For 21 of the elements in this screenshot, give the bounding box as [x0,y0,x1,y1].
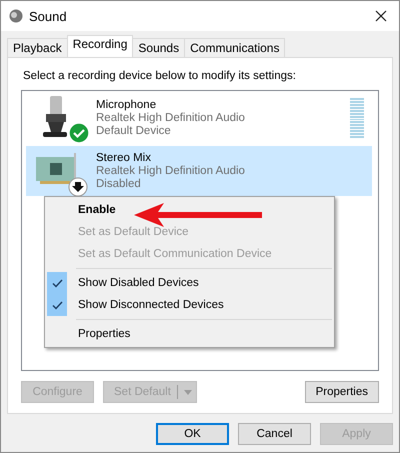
dialog-button[interactable]: OK [156,423,229,445]
dialog-button[interactable]: Cancel [238,423,311,445]
device-name: Microphone [96,98,158,112]
tab[interactable]: Communications [184,38,286,57]
caret-icon [184,390,192,394]
device-state: Default Device [96,124,172,138]
tab[interactable]: Playback [7,38,68,57]
instruction-text: Select a recording device below to modify its settings: [23,70,297,82]
speaker-icon [9,9,23,23]
device-driver: Realtek High Definition Audio [96,164,246,178]
device-state: Disabled [96,178,142,190]
menu-item[interactable]: Show Disabled Devices [47,272,332,294]
menu-item[interactable]: Show Disconnected Devices [47,294,332,316]
window-title: Sound [29,8,67,24]
menu-item[interactable]: Enable [47,199,332,221]
device-row[interactable]: Microphone Realtek High Definition Audio Default Device [26,93,372,143]
panel-button[interactable]: Properties [304,381,379,403]
device-driver: Realtek High Definition Audio [96,112,246,124]
menu-item[interactable]: Properties [47,323,332,345]
device-name: Stereo Mix [96,152,152,164]
tab[interactable]: Recording [66,35,134,57]
